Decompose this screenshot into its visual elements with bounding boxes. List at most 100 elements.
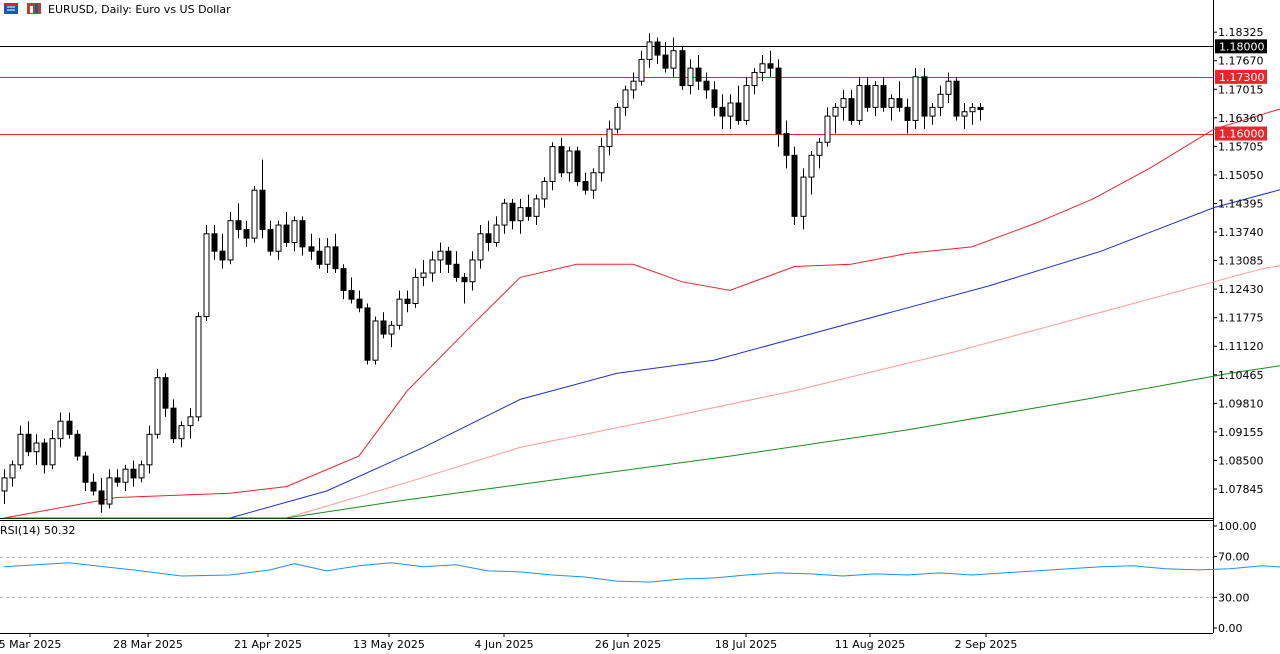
candle [679, 46, 686, 90]
candle [751, 68, 758, 95]
candle [703, 72, 710, 99]
header-toolbar: EURUSD, Daily: Euro vs US Dollar [4, 3, 231, 16]
candle [541, 177, 548, 208]
candle [800, 168, 807, 230]
candle-body-up [493, 224, 500, 243]
candle-body-down [558, 146, 565, 174]
candle [227, 211, 234, 265]
candle [509, 198, 516, 230]
price-tick-label: 1.13085 [1218, 255, 1264, 268]
candle-body-down [921, 76, 928, 117]
candle [114, 469, 121, 487]
candle-body-down [211, 233, 218, 252]
price-tick-label: 1.11775 [1218, 312, 1264, 325]
candle-body-up [477, 233, 484, 261]
candle-body-up [533, 198, 540, 217]
candle-body-down [41, 442, 48, 466]
candle [808, 150, 815, 195]
candle [219, 233, 226, 269]
date-tick-label: 13 May 2025 [353, 638, 425, 651]
calendar-flag-icon[interactable] [4, 3, 18, 14]
candle-body-up [759, 63, 766, 73]
candle [921, 68, 928, 130]
candle [437, 242, 444, 274]
candle-body-down [679, 50, 686, 87]
candle-body-up [501, 202, 508, 226]
candle-body-down [880, 85, 887, 108]
candle [66, 412, 73, 439]
candle-body-up [203, 233, 210, 318]
candle [493, 216, 500, 247]
candle [582, 172, 589, 195]
candle [17, 425, 24, 470]
candle-body-up [743, 85, 750, 121]
candle [961, 103, 968, 130]
chart-type-icon[interactable] [27, 3, 41, 14]
candle-body-up [670, 50, 677, 69]
candle-body-down [896, 98, 903, 108]
candle-body-up [961, 111, 968, 117]
candle-body-down [703, 80, 710, 91]
candle-body-down [332, 246, 339, 270]
price-tick-label: 1.17015 [1218, 83, 1264, 96]
candle-body-up [687, 67, 694, 87]
candle-body-down [90, 481, 97, 492]
price-tick-label: 1.10465 [1218, 369, 1264, 382]
trading-chart[interactable]: EURUSD, Daily: Euro vs US Dollar 1.18325… [0, 0, 1280, 654]
chart-canvas[interactable]: EURUSD, Daily: Euro vs US Dollar 1.18325… [0, 0, 1280, 654]
date-tick-label: 21 Apr 2025 [234, 638, 302, 651]
candle-body-down [509, 202, 516, 222]
candle-body-up [372, 320, 379, 361]
price-tick-label: 1.18325 [1218, 26, 1264, 39]
candle-body-down [904, 106, 911, 121]
candle [695, 55, 702, 90]
candle [670, 37, 677, 77]
candle [429, 251, 436, 282]
rsi-line [3, 562, 1280, 583]
candle-body-up [469, 259, 476, 283]
candle [549, 142, 556, 191]
candle-body-up [275, 224, 282, 252]
price-tag-label: 1.16000 [1219, 128, 1265, 141]
candle-body-down [316, 250, 323, 265]
candle [574, 146, 581, 186]
candle [178, 421, 185, 448]
candle-body-up [856, 85, 863, 121]
candle [1, 469, 8, 505]
candle-body-up [517, 207, 524, 222]
candle-body-down [461, 276, 468, 283]
candle-body-up [388, 324, 395, 335]
candle-body-down [380, 320, 387, 335]
candle-body-down [775, 67, 782, 135]
candle-body-up [945, 80, 952, 95]
price-tick-label: 1.15050 [1218, 169, 1264, 182]
price-tag-label: 1.17300 [1219, 71, 1265, 84]
candle-body-down [719, 106, 726, 117]
candle-body-down [299, 220, 306, 248]
price-tick-label: 1.15705 [1218, 140, 1264, 153]
candle [638, 50, 645, 86]
candle [832, 103, 839, 134]
price-tick-label: 1.08500 [1218, 454, 1264, 467]
candle [735, 85, 742, 125]
candle-body-down [219, 250, 226, 261]
candle [187, 408, 194, 439]
price-tick-label: 1.07845 [1218, 483, 1264, 496]
candle-body-up [590, 172, 597, 191]
candle [783, 120, 790, 169]
candle-body-up [808, 154, 815, 178]
rsi-tick-label: 30.00 [1218, 591, 1250, 604]
price-tick-label: 1.13740 [1218, 226, 1264, 239]
candle [348, 277, 355, 304]
candle-body-up [33, 442, 40, 453]
candle [90, 473, 97, 496]
candle-body-up [566, 150, 573, 174]
candle-body-up [187, 416, 194, 427]
candle-body-down [98, 490, 105, 505]
candle-body-up [937, 93, 944, 108]
candle [485, 220, 492, 252]
candle-body-down [977, 106, 984, 111]
candle-body-down [283, 224, 290, 243]
candle-body-up [251, 189, 258, 239]
candle-body-down [74, 433, 81, 457]
